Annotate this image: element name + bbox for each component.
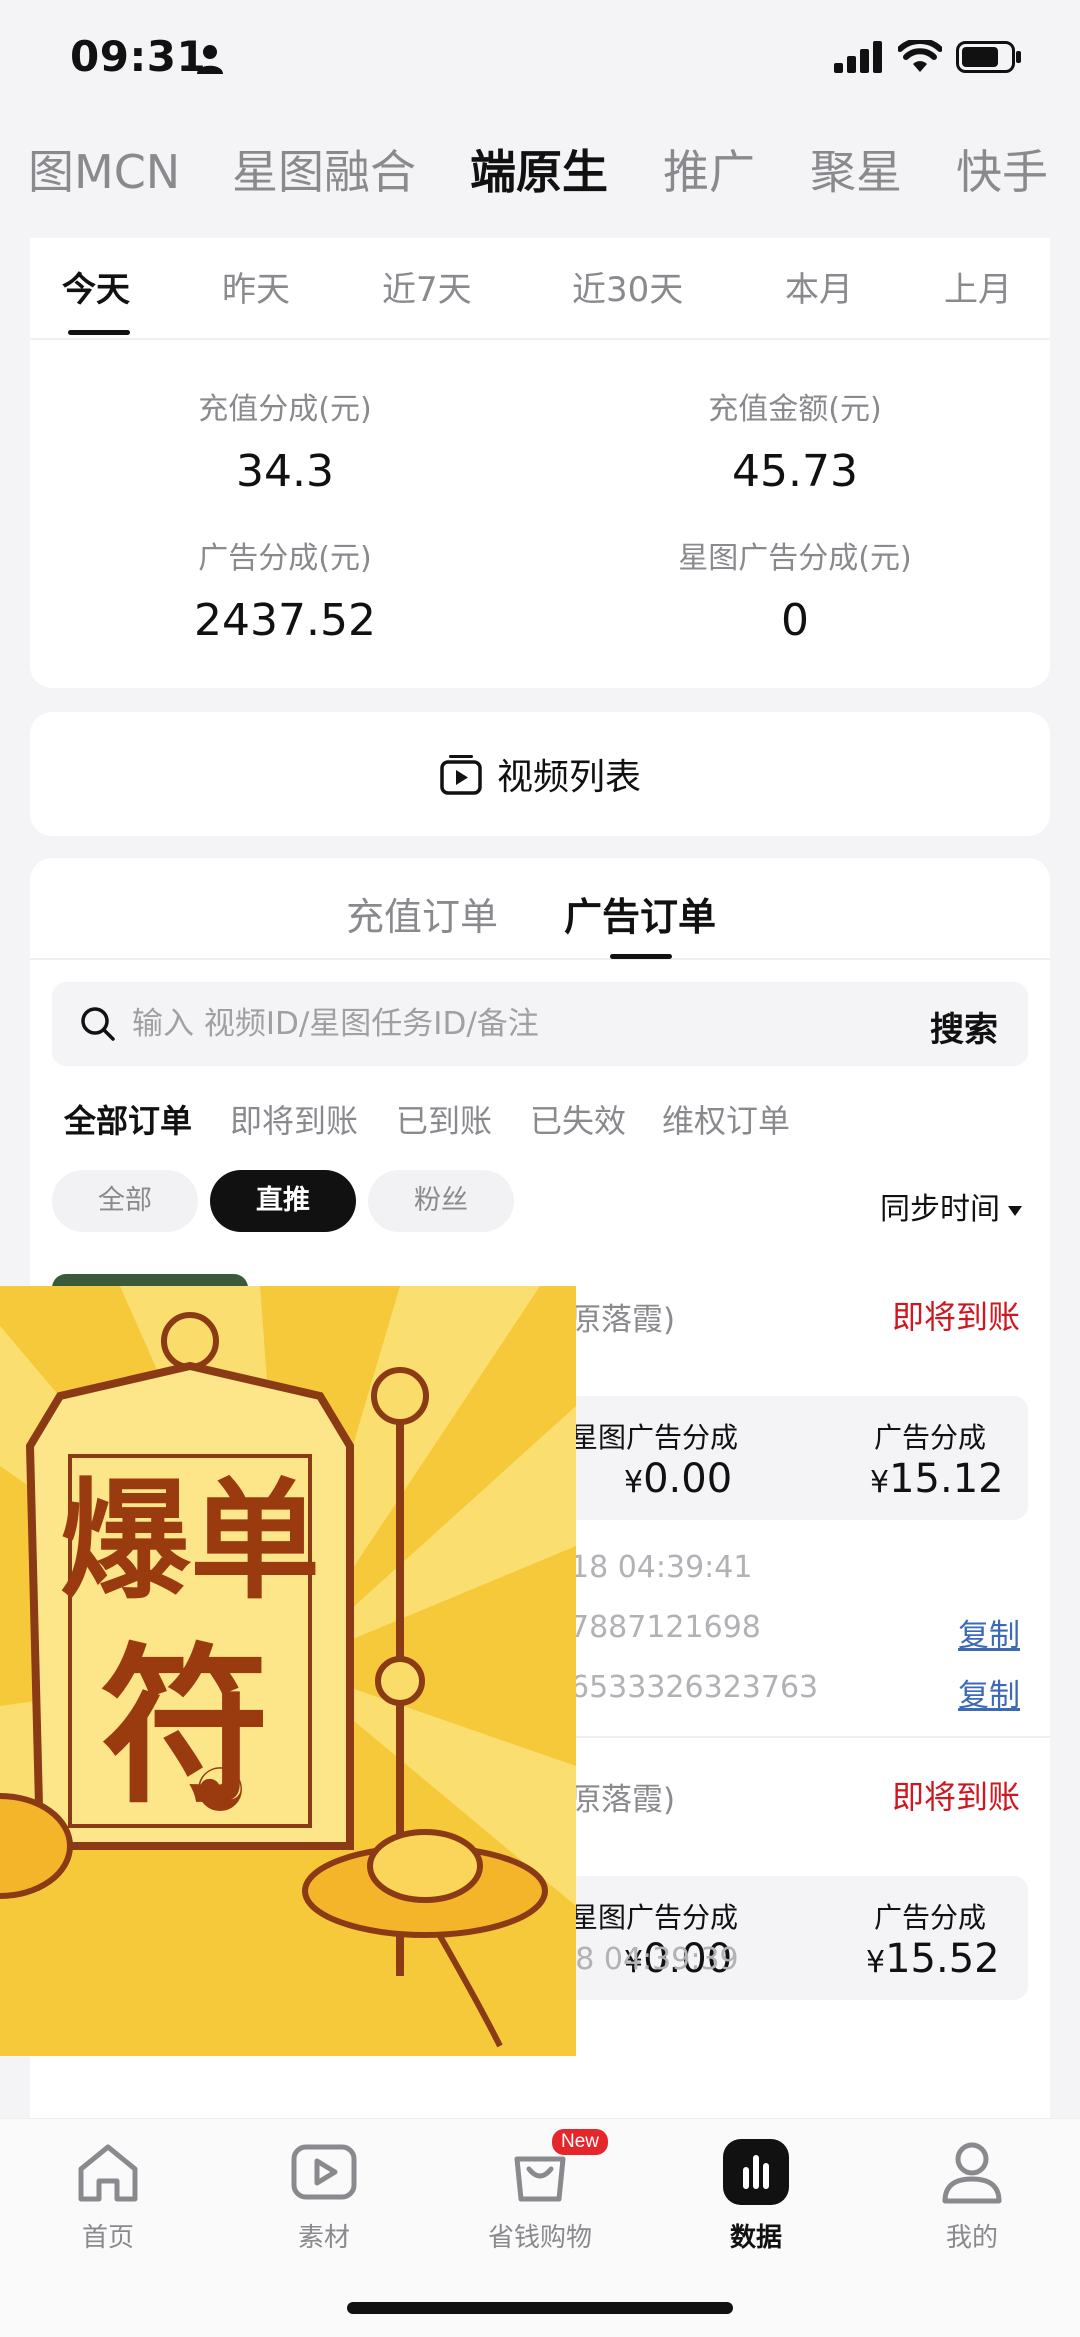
yin-yang-icon: ☯ [193, 1756, 247, 1826]
wifi-icon [898, 40, 942, 72]
copy-order-id-button[interactable]: 复制 [958, 1610, 1020, 1655]
signal-icon [834, 41, 882, 73]
tab-ad-orders[interactable]: 广告订单 [564, 886, 716, 941]
stat-xingtu-ad-share: 星图广告分成(元) 0 [585, 533, 1005, 646]
copy-video-id-button[interactable]: 复制 [958, 1670, 1020, 1715]
profile-icon [942, 2142, 1002, 2204]
stat-value: 45.73 [732, 446, 858, 497]
stat-recharge-amount: 充值金额(元) 45.73 [585, 384, 1005, 497]
video-list-icon [440, 755, 482, 795]
filter-received[interactable]: 已到账 [396, 1096, 492, 1142]
date-range-tabs: 今天 昨天 近7天 近30天 本月 上月 [30, 238, 1050, 340]
metric-label: 广告分成 [874, 1901, 987, 1934]
stat-value: 34.3 [236, 446, 334, 497]
nav-label: 素材 [297, 2223, 350, 2253]
status-bar: 09:31 [0, 0, 1080, 120]
nav-home[interactable]: 首页 [28, 2137, 188, 2254]
chart-icon [723, 2139, 789, 2205]
battery-icon [956, 41, 1021, 73]
person-icon [197, 45, 223, 74]
order-type-underline [610, 954, 672, 959]
video-list-label: 视频列表 [496, 757, 641, 798]
filter-pending[interactable]: 即将到账 [230, 1096, 358, 1142]
play-icon [291, 2144, 357, 2200]
stat-label: 星图广告分成(元) [678, 541, 912, 576]
chip-all[interactable]: 全部 [52, 1170, 198, 1232]
search-button[interactable]: 搜索 [930, 1002, 998, 1051]
platform-tabs: 图MCN 星图融合 端原生 推广 聚星 快手 [0, 136, 1080, 208]
nav-label: 省钱购物 [487, 2223, 592, 2253]
sort-label: 同步时间 [880, 1192, 1000, 1227]
sticker-text-line1: 爆单 [60, 1465, 320, 1617]
nav-shopping[interactable]: New 省钱购物 [460, 2129, 620, 2254]
nav-data[interactable]: 数据 [676, 2137, 836, 2254]
metric-amount: 15.52 [885, 1936, 1000, 1982]
new-badge: New [552, 2129, 609, 2155]
date-tab-30-days[interactable]: 近30天 [572, 262, 683, 311]
video-list-card: 视频列表 [30, 712, 1050, 836]
date-tab-last-month[interactable]: 上月 [944, 262, 1012, 311]
stat-value: 2437.52 [194, 595, 376, 646]
search-bar: 搜索 [52, 982, 1028, 1066]
order-status: 即将到账 [891, 1778, 1020, 1816]
stat-recharge-share: 充值分成(元) 34.3 [75, 384, 495, 497]
video-list-button[interactable]: 视频列表 [30, 712, 1050, 836]
platform-tab-juxing[interactable]: 聚星 [810, 136, 902, 202]
stat-ad-share: 广告分成(元) 2437.52 [75, 533, 495, 646]
date-tab-7-days[interactable]: 近7天 [382, 262, 472, 311]
tab-recharge-orders[interactable]: 充值订单 [346, 886, 498, 941]
order-sync-time: 18 04:39:41 [570, 1550, 753, 1585]
stat-label: 充值金额(元) [708, 392, 882, 427]
sticker-artwork: 爆单 符 ☯ [0, 1286, 576, 2056]
order-type-tabs: 充值订单 广告订单 [30, 858, 1050, 960]
metric-value: ¥15.52 [866, 1936, 1000, 1982]
earnings-summary-card: 今天 昨天 近7天 近30天 本月 上月 充值分成(元) 34.3 充值金额(元… [30, 238, 1050, 688]
sort-by-sync-time[interactable]: 同步时间 [880, 1184, 1022, 1228]
date-tab-this-month[interactable]: 本月 [785, 262, 853, 311]
order-id: 7887121698 [570, 1610, 761, 1645]
chip-direct[interactable]: 直推 [210, 1170, 356, 1232]
metric-value: ¥15.12 [870, 1456, 1004, 1502]
filter-all-orders[interactable]: 全部订单 [64, 1096, 192, 1142]
nav-profile[interactable]: 我的 [892, 2137, 1052, 2254]
metric-amount: 15.12 [889, 1456, 1004, 1502]
status-time: 09:31 [70, 32, 207, 81]
stat-value: 0 [781, 595, 809, 646]
metric-amount: 0.00 [643, 1456, 733, 1502]
chip-fans[interactable]: 粉丝 [368, 1170, 514, 1232]
platform-tab-xingtu-fusion[interactable]: 星图融合 [232, 136, 416, 202]
stat-label: 广告分成(元) [198, 541, 372, 576]
date-tab-underline [68, 330, 130, 335]
platform-tab-native[interactable]: 端原生 [470, 136, 608, 202]
home-indicator[interactable] [347, 2302, 733, 2314]
order-video-id: 6533326323763 [570, 1670, 819, 1705]
date-tab-today[interactable]: 今天 [62, 262, 130, 311]
order-status: 即将到账 [891, 1298, 1020, 1336]
date-tab-yesterday[interactable]: 昨天 [222, 262, 290, 311]
metric-label: 星图广告分成 [570, 1421, 739, 1454]
filter-expired[interactable]: 已失效 [530, 1096, 626, 1142]
search-icon [81, 1007, 115, 1041]
nav-label: 首页 [81, 2223, 134, 2253]
metric-label: 广告分成 [874, 1421, 987, 1454]
home-icon [78, 2144, 138, 2202]
filter-dispute[interactable]: 维权订单 [662, 1096, 790, 1142]
search-input[interactable] [132, 982, 832, 1066]
nav-materials[interactable]: 素材 [244, 2137, 404, 2254]
caret-down-icon [1008, 1205, 1022, 1216]
order-author: 原落霞) [570, 1302, 676, 1338]
nav-label: 数据 [729, 2223, 782, 2253]
stat-label: 充值分成(元) [198, 392, 372, 427]
currency-symbol: ¥ [624, 1465, 644, 1500]
currency-symbol: ¥ [870, 1465, 890, 1500]
platform-tab-kuaishou[interactable]: 快手 [956, 136, 1048, 202]
lucky-sticker-overlay: 爆单 符 ☯ [0, 1286, 576, 2056]
metric-label: 星图广告分成 [570, 1901, 739, 1934]
nav-label: 我的 [945, 2223, 998, 2253]
platform-tab-mcn[interactable]: 图MCN [28, 136, 180, 202]
metric-value: ¥0.00 [624, 1456, 732, 1502]
order-author: 原落霞) [570, 1782, 676, 1818]
currency-symbol: ¥ [866, 1945, 886, 1980]
platform-tab-promotion[interactable]: 推广 [663, 136, 755, 202]
